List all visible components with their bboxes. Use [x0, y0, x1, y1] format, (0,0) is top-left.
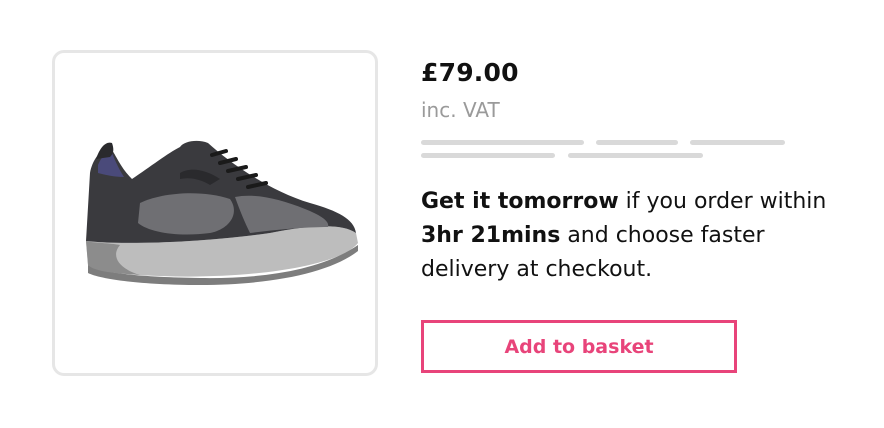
product-price: £79.00 — [421, 58, 519, 87]
placeholder-line — [690, 140, 785, 145]
delivery-message: Get it tomorrow if you order within 3hr … — [421, 185, 841, 287]
shoe-image — [86, 140, 358, 285]
placeholder-line — [421, 153, 555, 158]
product-image-card — [52, 50, 378, 376]
add-to-basket-button[interactable]: Add to basket — [421, 320, 737, 373]
placeholder-line — [568, 153, 703, 158]
delivery-text: if you order within — [618, 189, 827, 214]
placeholder-line — [421, 140, 584, 145]
vat-note: inc. VAT — [421, 98, 500, 122]
placeholder-line — [596, 140, 678, 145]
delivery-countdown: 3hr 21mins — [421, 223, 561, 248]
delivery-highlight: Get it tomorrow — [421, 189, 619, 214]
